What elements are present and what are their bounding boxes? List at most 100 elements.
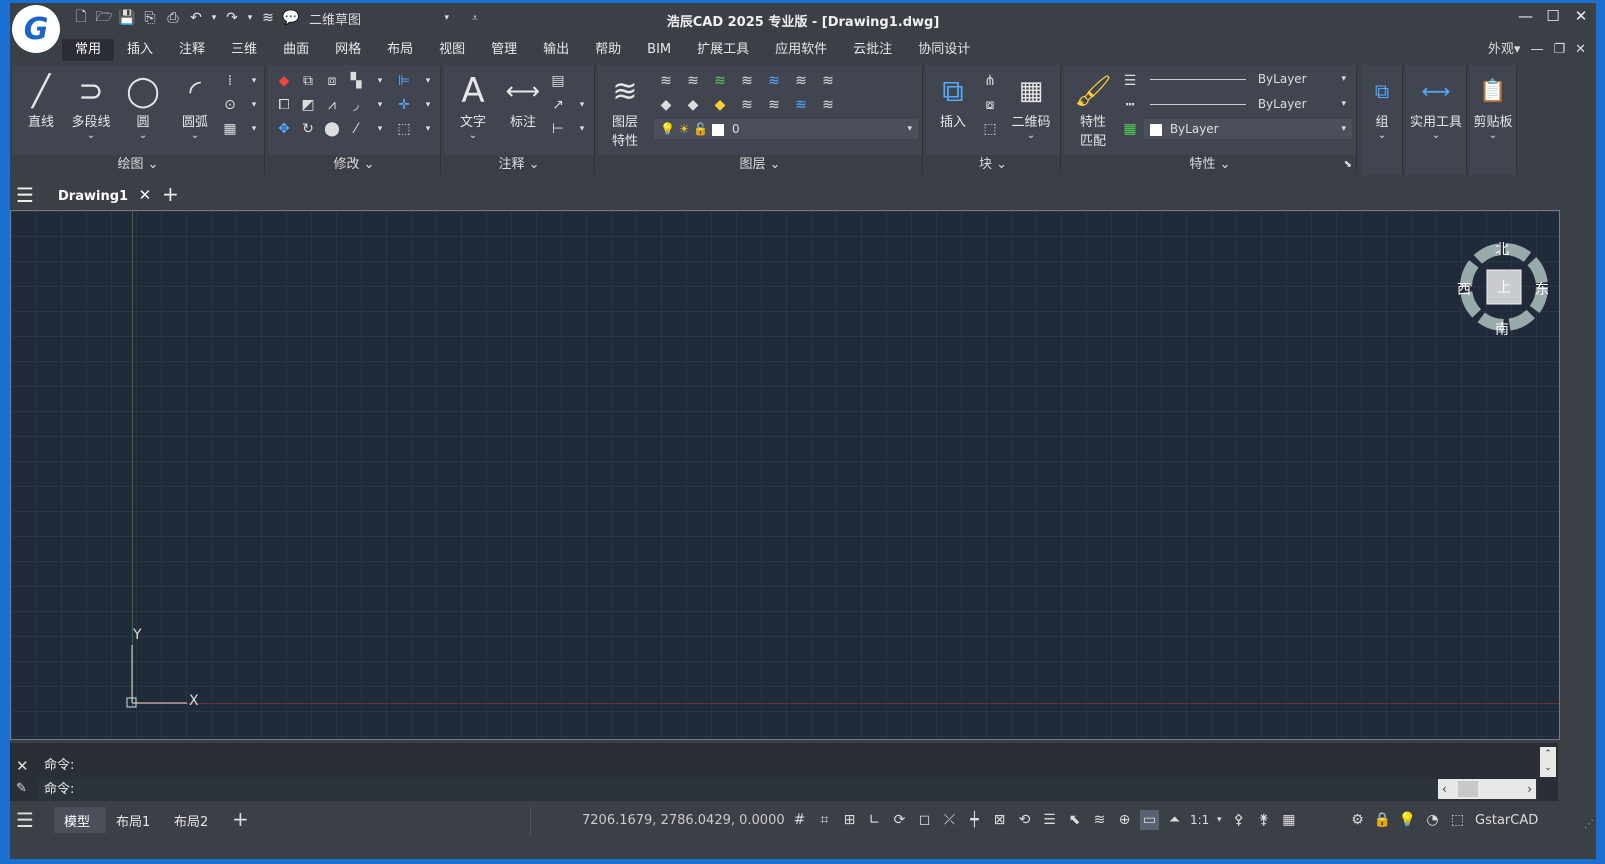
tab-3d[interactable]: 三维 bbox=[218, 39, 270, 61]
layer-tool-icon[interactable]: ◆ bbox=[656, 95, 676, 115]
array-icon[interactable]: ▚ bbox=[346, 71, 366, 91]
modify-panel-title[interactable]: 修改 ⌄ bbox=[268, 155, 440, 175]
open-folder-icon[interactable]: 🗁 bbox=[95, 9, 113, 27]
layer-tool-icon[interactable]: ≋ bbox=[737, 71, 757, 91]
color-dropdown[interactable]: ByLayer ▾ bbox=[1144, 119, 1352, 139]
polyline-button[interactable]: ⊃ 多段线 ⌄ bbox=[66, 71, 116, 142]
command-scrollbar[interactable]: ⌃ ⌄ bbox=[1540, 747, 1556, 777]
zoom-icon[interactable]: ⊕ bbox=[1115, 810, 1134, 830]
tab-manage[interactable]: 管理 bbox=[478, 39, 530, 61]
model-space-icon[interactable]: ▭ bbox=[1140, 810, 1159, 830]
copy-icon[interactable]: ⧉ bbox=[298, 71, 318, 91]
layout-tab-2[interactable]: 布局2 bbox=[174, 811, 208, 830]
transparency-icon[interactable]: ⬉ bbox=[1065, 810, 1084, 830]
scroll-thumb[interactable] bbox=[1458, 781, 1478, 797]
command-input[interactable]: 命令: bbox=[38, 779, 1538, 801]
lineweight-dropdown[interactable]: ByLayer ▾ bbox=[1144, 69, 1352, 89]
tab-apps[interactable]: 应用软件 bbox=[762, 39, 840, 61]
polar-icon[interactable]: ⟳ bbox=[890, 810, 909, 830]
doc-close-icon[interactable]: ✕ bbox=[1575, 39, 1586, 61]
resize-grip-icon[interactable]: ⋰ bbox=[1584, 819, 1594, 830]
compass-south[interactable]: 南 bbox=[1495, 319, 1509, 339]
close-icon[interactable]: ✕ bbox=[1574, 7, 1588, 25]
hardware-accel-icon[interactable]: ◔ bbox=[1423, 810, 1442, 830]
chevron-down-icon[interactable]: ▾ bbox=[244, 119, 264, 139]
layers-panel-title[interactable]: 图层 ⌄ bbox=[598, 155, 922, 175]
hatch-icon[interactable]: ▦ bbox=[220, 119, 240, 139]
layer-tool-icon[interactable]: ≋ bbox=[764, 71, 784, 91]
layer-tool-icon[interactable]: ≋ bbox=[818, 71, 838, 91]
dimension-button[interactable]: ⟷ 标注 bbox=[498, 71, 548, 130]
scroll-right-icon[interactable]: › bbox=[1527, 779, 1532, 799]
layer-tool-icon[interactable]: ◆ bbox=[683, 95, 703, 115]
undo-dropdown-icon[interactable]: ▾ bbox=[210, 9, 218, 27]
chevron-down-icon[interactable]: ▾ bbox=[370, 71, 390, 91]
chevron-down-icon[interactable]: ▾ bbox=[244, 95, 264, 115]
tab-mesh[interactable]: 网格 bbox=[322, 39, 374, 61]
dynamic-input-icon[interactable]: ⟲ bbox=[1015, 810, 1034, 830]
doc-tab-drawing1[interactable]: Drawing1 ✕ bbox=[58, 181, 151, 209]
customize-qat-icon[interactable]: ⩡ bbox=[466, 9, 484, 27]
tab-home[interactable]: 常用 bbox=[62, 39, 115, 61]
block-edit-icon[interactable]: ⧇ bbox=[980, 95, 1000, 115]
lineweight-toggle-icon[interactable]: ☰ bbox=[1040, 810, 1059, 830]
layer-tool-icon[interactable]: ≋ bbox=[737, 95, 757, 115]
compass-east[interactable]: 东 bbox=[1535, 279, 1549, 299]
tab-ext-tools[interactable]: 扩展工具 bbox=[684, 39, 762, 61]
infer-icon[interactable]: ⊞ bbox=[840, 810, 859, 830]
annotation-scale-value[interactable]: 1:1 bbox=[1190, 810, 1209, 830]
mirror-copy-icon[interactable]: ⧈ bbox=[322, 71, 342, 91]
table-icon[interactable]: ▤ bbox=[548, 71, 568, 91]
redo-icon[interactable]: ↷ bbox=[223, 9, 241, 27]
command-hscrollbar[interactable]: ‹ › bbox=[1438, 779, 1536, 799]
chevron-down-icon[interactable]: ▾ bbox=[572, 95, 592, 115]
tab-layout[interactable]: 布局 bbox=[374, 39, 426, 61]
fillet-icon[interactable]: ◞ bbox=[346, 95, 366, 115]
close-tab-icon[interactable]: ✕ bbox=[139, 186, 152, 204]
hamburger-menu-icon[interactable]: ☰ bbox=[16, 183, 34, 207]
osnap-track-icon[interactable]: ⤫ bbox=[940, 810, 959, 830]
compass-west[interactable]: 西 bbox=[1457, 279, 1471, 299]
panel-launcher-icon[interactable]: ⬊ bbox=[1344, 155, 1352, 175]
ortho-icon[interactable]: ∟ bbox=[865, 810, 884, 830]
align-icon[interactable]: ⊫ bbox=[394, 71, 414, 91]
tab-cloud-markup[interactable]: 云批注 bbox=[840, 39, 905, 61]
scale-icon[interactable]: ⬤ bbox=[322, 119, 342, 139]
tab-view[interactable]: 视图 bbox=[426, 39, 478, 61]
layer-tool-icon[interactable]: ◆ bbox=[710, 95, 730, 115]
annotation-scale-icon[interactable]: ⏶ bbox=[1165, 810, 1184, 830]
viewcube-top-face[interactable]: 上 bbox=[1497, 277, 1511, 297]
properties-panel-title[interactable]: 特性 ⌄ ⬊ bbox=[1064, 155, 1356, 175]
move-icon[interactable]: ✥ bbox=[274, 119, 294, 139]
grid-icon[interactable]: # bbox=[790, 810, 809, 830]
add-layout-icon[interactable]: + bbox=[232, 807, 249, 831]
auto-scale-icon[interactable]: ⚵ bbox=[1254, 810, 1273, 830]
maximize-icon[interactable]: ☐ bbox=[1546, 7, 1560, 25]
doc-restore-icon[interactable]: ❐ bbox=[1553, 39, 1565, 61]
chevron-down-icon[interactable]: ▾ bbox=[418, 119, 438, 139]
layer-tool-icon[interactable]: ≋ bbox=[683, 71, 703, 91]
linetype-dropdown[interactable]: ByLayer ▾ bbox=[1144, 94, 1352, 114]
isodraft-icon[interactable]: ◻ bbox=[915, 810, 934, 830]
layer-tool-icon[interactable]: ≋ bbox=[791, 71, 811, 91]
workspace-select[interactable]: 二维草图 ▾ bbox=[309, 8, 449, 28]
layer-dropdown[interactable]: 💡 ☀ 🔓 0 ▾ bbox=[654, 119, 918, 139]
viewcube[interactable]: 北 南 西 东 上 bbox=[1457, 239, 1549, 339]
match-properties-button[interactable]: 🖌 特性 匹配 bbox=[1068, 71, 1118, 150]
print-icon[interactable]: ⎙ bbox=[164, 9, 182, 27]
layer-tool-icon[interactable]: ≋ bbox=[818, 95, 838, 115]
settings-gear-icon[interactable]: ⚙ bbox=[1348, 810, 1367, 830]
chevron-down-icon[interactable]: ▾ bbox=[1215, 810, 1223, 830]
chevron-down-icon[interactable]: ▾ bbox=[418, 71, 438, 91]
minimize-icon[interactable]: — bbox=[1518, 7, 1533, 25]
isolate-bulb-icon[interactable]: 💡 bbox=[1398, 810, 1417, 830]
chevron-down-icon[interactable]: ▾ bbox=[418, 95, 438, 115]
status-menu-icon[interactable]: ☰ bbox=[16, 808, 34, 832]
explode-icon[interactable]: ⬚ bbox=[394, 119, 414, 139]
block-define-icon[interactable]: ⋔ bbox=[980, 71, 1000, 91]
properties-toggle-icon[interactable]: ▦ bbox=[1279, 810, 1298, 830]
osnap-icon[interactable]: ┿ bbox=[965, 810, 984, 830]
new-tab-icon[interactable]: + bbox=[162, 182, 179, 206]
clipboard-button[interactable]: 📋 剪贴板 ⌄ bbox=[1468, 71, 1518, 142]
undo-icon[interactable]: ↶ bbox=[187, 9, 205, 27]
